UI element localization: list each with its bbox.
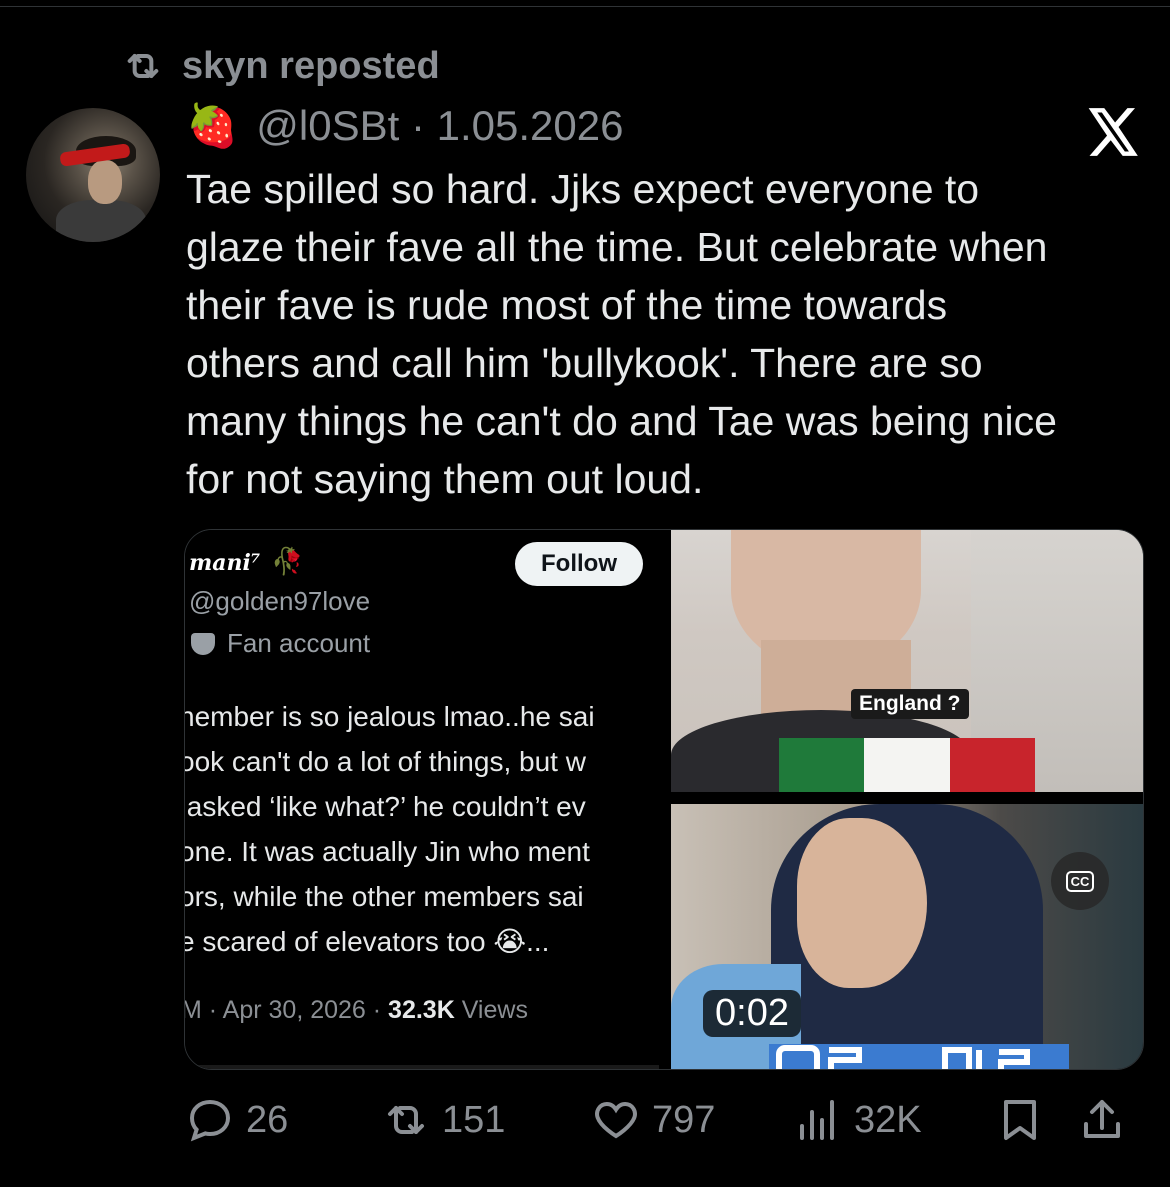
- quoted-post-text: nember is so jealous lmao..he sai ook ca…: [185, 701, 595, 957]
- top-divider: [0, 6, 1170, 7]
- reply-count: 26: [246, 1098, 289, 1141]
- avatar[interactable]: [26, 108, 160, 242]
- tweet-text: Tae spilled so hard. Jjks expect everyon…: [186, 166, 1057, 502]
- x-logo-icon: [1088, 108, 1138, 156]
- repost-action-icon: [388, 1106, 424, 1134]
- bookmark-icon: [1004, 1100, 1036, 1140]
- repost-action[interactable]: 151: [382, 1090, 505, 1150]
- quoted-views-count: 32.3K: [388, 996, 455, 1024]
- rose-emoji: 🥀: [271, 546, 304, 576]
- tweet-header: 🍓 @l0SBt · 1.05.2026: [186, 100, 624, 152]
- bookmark-action[interactable]: [996, 1090, 1044, 1150]
- repost-icon: [127, 54, 159, 78]
- tweet-handle-date[interactable]: @l0SBt · 1.05.2026: [256, 102, 623, 150]
- quoted-post-meta: M · Apr 30, 2026 · 32.3K Views: [185, 996, 528, 1025]
- strawberry-emoji: 🍓: [186, 102, 239, 149]
- quoted-author-name: mani⁷: [189, 550, 261, 576]
- korean-subtitle-graphic: [769, 1044, 1069, 1069]
- quoted-author-handle: @golden97love: [189, 586, 371, 616]
- media-image-top[interactable]: England ?: [671, 530, 1143, 792]
- follow-button[interactable]: Follow: [515, 542, 643, 586]
- quoted-post-date: M · Apr 30, 2026 ·: [185, 996, 389, 1024]
- like-count: 797: [652, 1098, 716, 1141]
- mexico-flag: [779, 738, 1035, 792]
- cc-icon: CC: [1065, 870, 1095, 892]
- repost-label: skyn reposted: [182, 44, 440, 87]
- fan-account-label: Fan account: [227, 628, 371, 658]
- video-caption: England ?: [851, 689, 969, 719]
- reply-action[interactable]: 26: [186, 1090, 288, 1150]
- closed-captions-button[interactable]: CC: [1051, 852, 1109, 910]
- repost-indicator[interactable]: skyn reposted: [118, 42, 440, 90]
- like-action[interactable]: 797: [592, 1090, 715, 1150]
- fan-account-badge: Fan account: [191, 628, 370, 659]
- heart-icon: [595, 1101, 637, 1139]
- reply-icon: [189, 1099, 231, 1142]
- quoted-post-screenshot[interactable]: mani⁷ 🥀 @golden97love Fan account Follow…: [185, 530, 659, 1069]
- mask-icon: [191, 632, 215, 655]
- views-count: 32K: [854, 1098, 922, 1141]
- media-video[interactable]: CC 0:02: [671, 804, 1143, 1069]
- action-bar: 26 151 797 32K: [186, 1090, 1146, 1150]
- media-grid[interactable]: mani⁷ 🥀 @golden97love Fan account Follow…: [184, 529, 1144, 1070]
- share-icon: [1084, 1100, 1120, 1138]
- video-timestamp: 0:02: [703, 990, 801, 1037]
- share-action[interactable]: [1078, 1090, 1126, 1150]
- views-action[interactable]: 32K: [794, 1090, 922, 1150]
- analytics-icon: [800, 1100, 834, 1140]
- repost-count: 151: [442, 1098, 506, 1141]
- quoted-views-label: Views: [454, 996, 528, 1024]
